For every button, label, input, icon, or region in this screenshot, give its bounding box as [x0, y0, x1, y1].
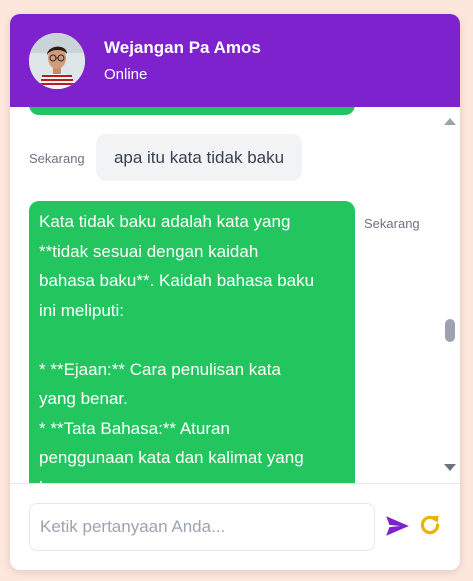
scroll-up-arrow-icon[interactable]	[444, 118, 456, 125]
user-message-bubble: apa itu kata tidak baku	[96, 134, 302, 181]
online-status: Online	[104, 66, 148, 83]
chat-header: Wejangan Pa Amos Online	[10, 14, 460, 107]
previous-bot-message	[29, 107, 355, 115]
composer	[10, 483, 460, 570]
question-input[interactable]	[29, 503, 375, 551]
chat-title: Wejangan Pa Amos	[104, 38, 261, 57]
send-icon	[386, 516, 409, 536]
scroll-down-arrow-icon[interactable]	[444, 464, 456, 471]
message-timestamp: Sekarang	[29, 151, 85, 166]
bot-message-bubble: Kata tidak baku adalah kata yang **tidak…	[29, 201, 355, 483]
message-timestamp: Sekarang	[364, 216, 420, 231]
scrollbar-thumb[interactable]	[445, 319, 455, 342]
bot-message-line: * **Ejaan:** Cara penulisan kata	[39, 359, 281, 379]
scrollbar[interactable]	[440, 107, 460, 483]
message-list[interactable]: Sekarang apa itu kata tidak baku Sekaran…	[10, 107, 460, 483]
bot-message-line: benar.	[39, 473, 345, 484]
send-button[interactable]	[384, 513, 410, 539]
bot-message-line: yang benar.	[39, 389, 128, 408]
refresh-button[interactable]	[417, 512, 443, 538]
person-avatar-icon	[29, 33, 85, 89]
refresh-icon	[420, 515, 440, 535]
bot-message-line: penggunaan kata dan kalimat yang	[39, 448, 304, 467]
bot-message-line: Kata tidak baku adalah kata yang	[39, 212, 291, 231]
chat-window: Wejangan Pa Amos Online Sekarang apa itu…	[10, 14, 460, 570]
bot-message-line: bahasa baku**. Kaidah bahasa baku	[39, 271, 315, 290]
avatar	[29, 33, 85, 89]
bot-message-line: ini meliputi:	[39, 300, 125, 320]
bot-message-line: **tidak sesuai dengan kaidah	[39, 241, 259, 261]
bot-message-line	[39, 325, 345, 355]
bot-message-line: * **Tata Bahasa:** Aturan	[39, 418, 230, 438]
